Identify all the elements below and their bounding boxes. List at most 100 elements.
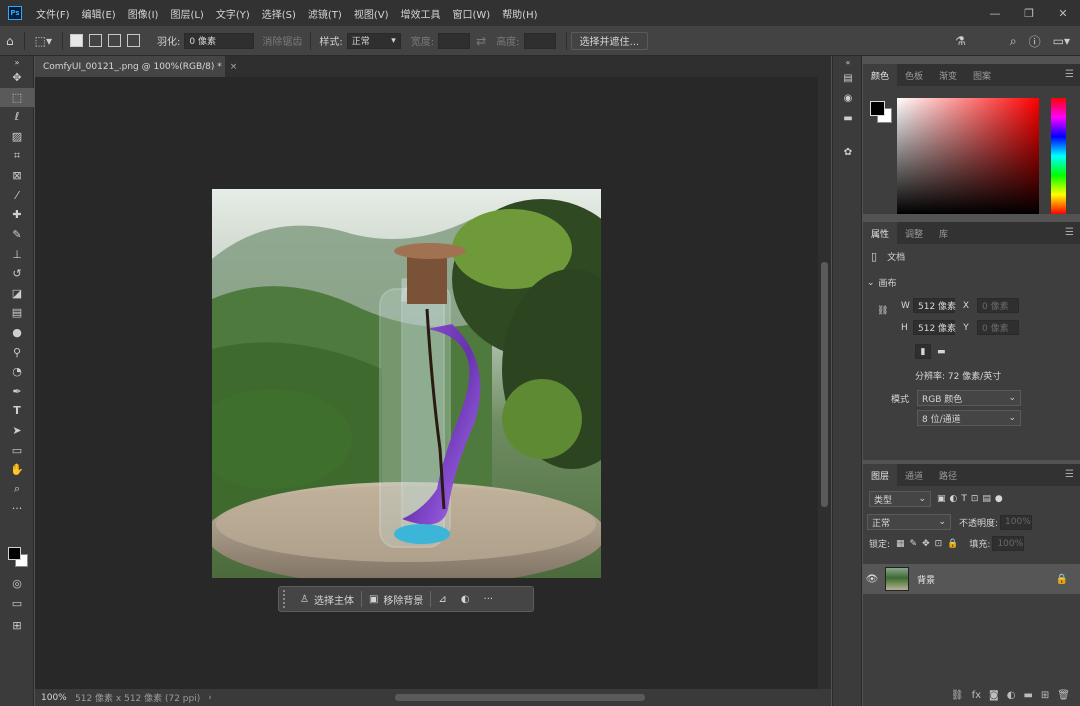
- arrange-icon[interactable]: ⊞: [0, 616, 34, 636]
- antialias-checkbox[interactable]: 消除锯齿: [262, 33, 302, 48]
- menu-type[interactable]: 文字(Y): [210, 6, 256, 21]
- adjustments-icon[interactable]: ◉: [833, 88, 863, 108]
- flask-icon[interactable]: ⚗: [949, 34, 972, 48]
- adjustment-button[interactable]: ◐: [454, 589, 477, 609]
- hand-tool-icon[interactable]: ✋: [0, 460, 34, 480]
- menu-image[interactable]: 图像(I): [122, 6, 165, 21]
- link-icon[interactable]: ⛓: [877, 306, 888, 316]
- adjustment-layer-icon[interactable]: ◐: [1003, 690, 1020, 701]
- canvas-x-input[interactable]: 0 像素: [977, 298, 1019, 313]
- horizontal-scrollbar-thumb[interactable]: [395, 694, 645, 701]
- fill-input[interactable]: 100%: [992, 536, 1025, 551]
- tab-channels[interactable]: 通道: [897, 464, 931, 486]
- swap-icon[interactable]: ⇄: [470, 34, 492, 48]
- subtract-selection-icon[interactable]: [108, 34, 121, 47]
- more-options-button[interactable]: ···: [477, 589, 501, 609]
- chevron-right-icon[interactable]: ›: [208, 693, 212, 703]
- eraser-tool-icon[interactable]: ◪: [0, 284, 34, 304]
- type-tool-icon[interactable]: T: [0, 401, 34, 421]
- layer-filter-select[interactable]: 类型 ⌄: [869, 491, 931, 507]
- lock-icon[interactable]: 🔒: [1056, 574, 1068, 585]
- style-select[interactable]: 正常 ▾: [346, 32, 401, 49]
- marquee-preset-icon[interactable]: ⬚▾: [29, 34, 58, 48]
- eyedropper-tool-icon[interactable]: ⁄: [0, 186, 34, 206]
- portrait-icon[interactable]: ▮: [915, 344, 931, 359]
- healing-brush-tool-icon[interactable]: ✚: [0, 205, 34, 225]
- menu-filter[interactable]: 滤镜(T): [302, 6, 348, 21]
- layer-row-background[interactable]: 👁 背景 🔒: [863, 564, 1080, 594]
- crop-tool-icon[interactable]: ⌗: [0, 146, 34, 166]
- layer-filter-icons[interactable]: ▣◐T⊡▤●: [937, 494, 1007, 504]
- intersect-selection-icon[interactable]: [127, 34, 140, 47]
- pen-tool-icon[interactable]: ✒: [0, 382, 34, 402]
- trash-icon[interactable]: 🗑: [1053, 690, 1074, 701]
- screen-mode-icon[interactable]: ▭: [0, 594, 34, 614]
- path-selection-tool-icon[interactable]: ➤: [0, 421, 34, 441]
- tab-properties[interactable]: 属性: [863, 222, 898, 244]
- add-selection-icon[interactable]: [89, 34, 102, 47]
- tab-layers[interactable]: 图层: [863, 464, 898, 486]
- fx-icon[interactable]: fx: [968, 690, 985, 701]
- bit-depth-select[interactable]: 8 位/通道 ⌄: [917, 410, 1021, 426]
- object-selection-tool-icon[interactable]: ▨: [0, 127, 34, 147]
- home-icon[interactable]: ⌂: [0, 34, 20, 48]
- color-mode-select[interactable]: RGB 颜色 ⌄: [917, 390, 1021, 406]
- document-tab[interactable]: ComfyUI_00121_.png @ 100%(RGB/8) * ×: [35, 56, 237, 77]
- gradient-tool-icon[interactable]: ▤: [0, 303, 34, 323]
- move-tool-icon[interactable]: ✥: [0, 68, 34, 88]
- workspace-icon[interactable]: ▭▾: [1047, 34, 1076, 48]
- color-picker-field[interactable]: [897, 98, 1039, 214]
- zoom-level[interactable]: 100%: [35, 693, 75, 703]
- history-brush-tool-icon[interactable]: ↺: [0, 264, 34, 284]
- tab-paths[interactable]: 路径: [931, 464, 965, 486]
- rectangle-marquee-tool-icon[interactable]: ⬚: [0, 87, 34, 108]
- zoom-tool-icon[interactable]: ⌕: [0, 479, 34, 499]
- dodge-burn-tool-icon[interactable]: ◔: [0, 362, 34, 382]
- minimize-button[interactable]: —: [978, 0, 1012, 26]
- blur-tool-icon[interactable]: ●: [0, 323, 34, 343]
- frame-tool-icon[interactable]: ⊠: [0, 166, 34, 186]
- canvas-height-input[interactable]: 512 像素: [913, 320, 956, 335]
- panel-menu-icon[interactable]: ☰: [1065, 469, 1074, 480]
- canvas-section-header[interactable]: ⌄ 画布: [867, 276, 897, 290]
- menu-file[interactable]: 文件(F): [30, 6, 76, 21]
- remove-background-button[interactable]: ▣ 移除背景: [362, 589, 430, 609]
- menu-edit[interactable]: 编辑(E): [76, 6, 122, 21]
- collapse-icon[interactable]: »: [0, 56, 34, 68]
- height-input[interactable]: [523, 32, 556, 49]
- opacity-input[interactable]: 100%: [1000, 514, 1033, 530]
- tab-swatches[interactable]: 色板: [897, 64, 931, 86]
- landscape-icon[interactable]: ▬: [937, 347, 946, 357]
- add-mask-icon[interactable]: ◙: [985, 690, 1003, 701]
- menu-plugins[interactable]: 增效工具: [394, 6, 446, 21]
- width-input[interactable]: [438, 32, 471, 49]
- menu-select[interactable]: 选择(S): [256, 6, 302, 21]
- foreground-color-chip[interactable]: [870, 101, 885, 116]
- select-and-mask-button[interactable]: 选择并遮住...: [570, 31, 649, 50]
- expand-icon[interactable]: «: [833, 56, 863, 68]
- close-button[interactable]: ✕: [1046, 0, 1080, 26]
- tab-gradients[interactable]: 渐变: [931, 64, 965, 86]
- drag-handle[interactable]: [283, 590, 293, 608]
- transform-button[interactable]: ⊿: [431, 589, 453, 609]
- search-icon[interactable]: ⌕: [1004, 34, 1023, 49]
- new-selection-icon[interactable]: [70, 34, 83, 47]
- dodge-tool-icon[interactable]: ⚲: [0, 342, 34, 362]
- document-image[interactable]: [212, 189, 601, 578]
- vertical-scrollbar-thumb[interactable]: [821, 262, 828, 507]
- lock-icons[interactable]: ▦✎✥⊡🔒: [896, 539, 963, 549]
- tab-color[interactable]: 颜色: [863, 64, 898, 86]
- close-icon[interactable]: ×: [230, 62, 238, 72]
- menu-view[interactable]: 视图(V): [348, 6, 395, 21]
- comments-icon[interactable]: ▬: [833, 108, 863, 128]
- blend-mode-select[interactable]: 正常 ⌄: [867, 514, 951, 530]
- link-layers-icon[interactable]: ⛓: [947, 690, 968, 701]
- group-icon[interactable]: ▬: [1019, 690, 1036, 701]
- menu-window[interactable]: 窗口(W): [446, 6, 496, 21]
- clone-stamp-tool-icon[interactable]: ⊥: [0, 244, 34, 264]
- feather-input[interactable]: 0 像素: [184, 32, 255, 49]
- select-subject-button[interactable]: ♙ 选择主体: [293, 589, 361, 609]
- quick-mask-icon[interactable]: ◎: [0, 574, 34, 594]
- menu-help[interactable]: 帮助(H): [496, 6, 543, 21]
- canvas-y-input[interactable]: 0 像素: [977, 320, 1019, 335]
